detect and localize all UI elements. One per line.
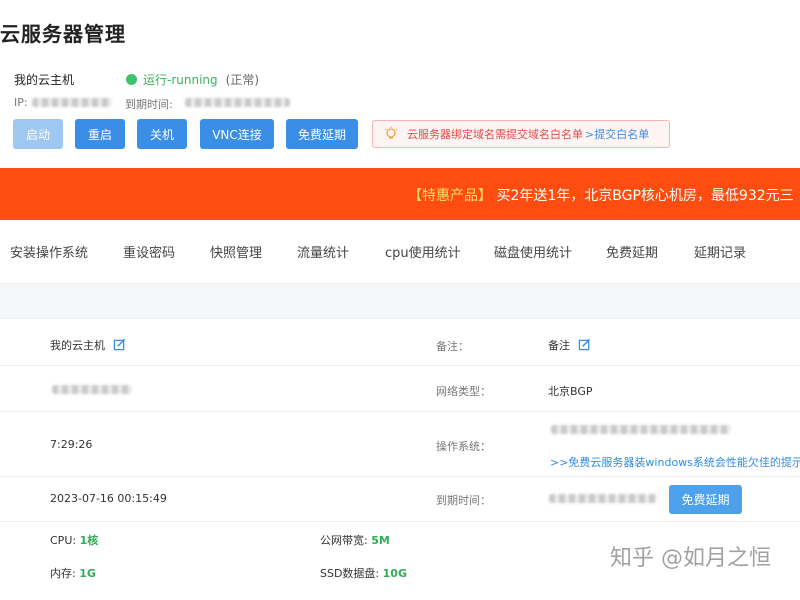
expire-label: 到期时间: <box>125 98 173 111</box>
promo-content: 【特惠产品】 买2年送1年，北京BGP核心机房，最低932元三 <box>408 185 794 205</box>
blurred-value <box>52 385 132 394</box>
restart-button[interactable]: 重启 <box>75 119 125 149</box>
bandwidth-label: 公网带宽: <box>320 534 368 547</box>
remark-value: 备注 <box>548 339 570 352</box>
tab-traffic-stats[interactable]: 流量统计 <box>297 242 349 261</box>
lightbulb-icon <box>384 126 398 139</box>
expire-time-label: 到期时间： <box>436 494 491 507</box>
page-title: 云服务器管理 <box>0 22 126 46</box>
promo-banner[interactable]: 【特惠产品】 买2年送1年，北京BGP核心机房，最低932元三 <box>0 168 800 220</box>
submit-whitelist-link[interactable]: >提交白名单 <box>585 126 649 142</box>
os-tip-link[interactable]: >>免费云服务器装windows系统会性能欠佳的提示 <box>550 454 800 470</box>
table-header-bar <box>0 283 800 319</box>
memory-label: 内存: <box>50 567 76 580</box>
tab-bar: 安装操作系统 重设密码 快照管理 流量统计 cpu使用统计 磁盘使用统计 免费延… <box>0 236 800 268</box>
tab-reset-password[interactable]: 重设密码 <box>123 242 175 261</box>
os-value-blurred <box>551 425 731 434</box>
status-normal: (正常) <box>225 73 260 87</box>
notice-box: 云服务器绑定域名需提交域名白名单 >提交白名单 <box>372 120 670 148</box>
row-divider <box>0 476 800 477</box>
tab-disk-stats[interactable]: 磁盘使用统计 <box>494 242 572 261</box>
memory-spec: 内存: 1G <box>50 565 96 581</box>
cpu-spec: CPU: 1核 <box>50 532 98 548</box>
bandwidth-value: 5M <box>371 534 390 547</box>
promo-tag: 【特惠产品】 <box>408 188 492 204</box>
renew-button[interactable]: 免费延期 <box>669 485 742 514</box>
network-value: 北京BGP <box>548 385 593 398</box>
free-renew-button[interactable]: 免费延期 <box>286 119 358 149</box>
time-value: 7:29:26 <box>50 438 93 451</box>
edit-icon[interactable] <box>113 338 126 351</box>
tab-free-renew[interactable]: 免费延期 <box>606 242 658 261</box>
ip-label: IP: <box>14 96 28 109</box>
start-button[interactable]: 启动 <box>13 119 63 149</box>
name-value: 我的云主机 <box>50 339 105 352</box>
tab-cpu-stats[interactable]: cpu使用统计 <box>385 242 461 261</box>
detail-remark: 备注 <box>548 337 591 353</box>
network-label: 网络类型： <box>436 385 491 398</box>
bandwidth-spec: 公网带宽: 5M <box>320 532 390 548</box>
cpu-label: CPU: <box>50 534 77 547</box>
watermark: 知乎 @如月之恒 <box>610 546 771 571</box>
os-label: 操作系统： <box>436 440 491 453</box>
cpu-value: 1核 <box>79 534 99 547</box>
server-name: 我的云主机 <box>14 73 75 87</box>
edit-icon[interactable] <box>578 338 591 351</box>
server-status: 运行-running (正常) <box>126 71 259 88</box>
datetime-value: 2023-07-16 00:15:49 <box>50 492 167 505</box>
tab-snapshot[interactable]: 快照管理 <box>210 242 262 261</box>
ip-value-blurred <box>32 98 112 107</box>
ssd-label: SSD数据盘: <box>320 567 380 580</box>
expire-time-blurred <box>549 494 657 503</box>
remark-label: 备注： <box>436 340 469 353</box>
promo-text: 买2年送1年，北京BGP核心机房，最低932元三 <box>496 188 794 204</box>
ssd-spec: SSD数据盘: 10G <box>320 565 407 581</box>
row-divider <box>0 411 800 412</box>
tab-install-os[interactable]: 安装操作系统 <box>10 242 88 261</box>
vnc-button[interactable]: VNC连接 <box>200 119 274 149</box>
ssd-value: 10G <box>382 567 407 580</box>
status-dot-icon <box>126 74 137 85</box>
tab-renew-records[interactable]: 延期记录 <box>694 242 746 261</box>
row-divider <box>0 521 800 522</box>
notice-text: 云服务器绑定域名需提交域名白名单 <box>407 128 583 141</box>
row-divider <box>0 365 800 366</box>
detail-name: 我的云主机 <box>50 337 126 353</box>
memory-value: 1G <box>79 567 96 580</box>
expire-value-blurred <box>185 98 290 107</box>
status-text: 运行-running <box>143 73 218 87</box>
shutdown-button[interactable]: 关机 <box>137 119 187 149</box>
